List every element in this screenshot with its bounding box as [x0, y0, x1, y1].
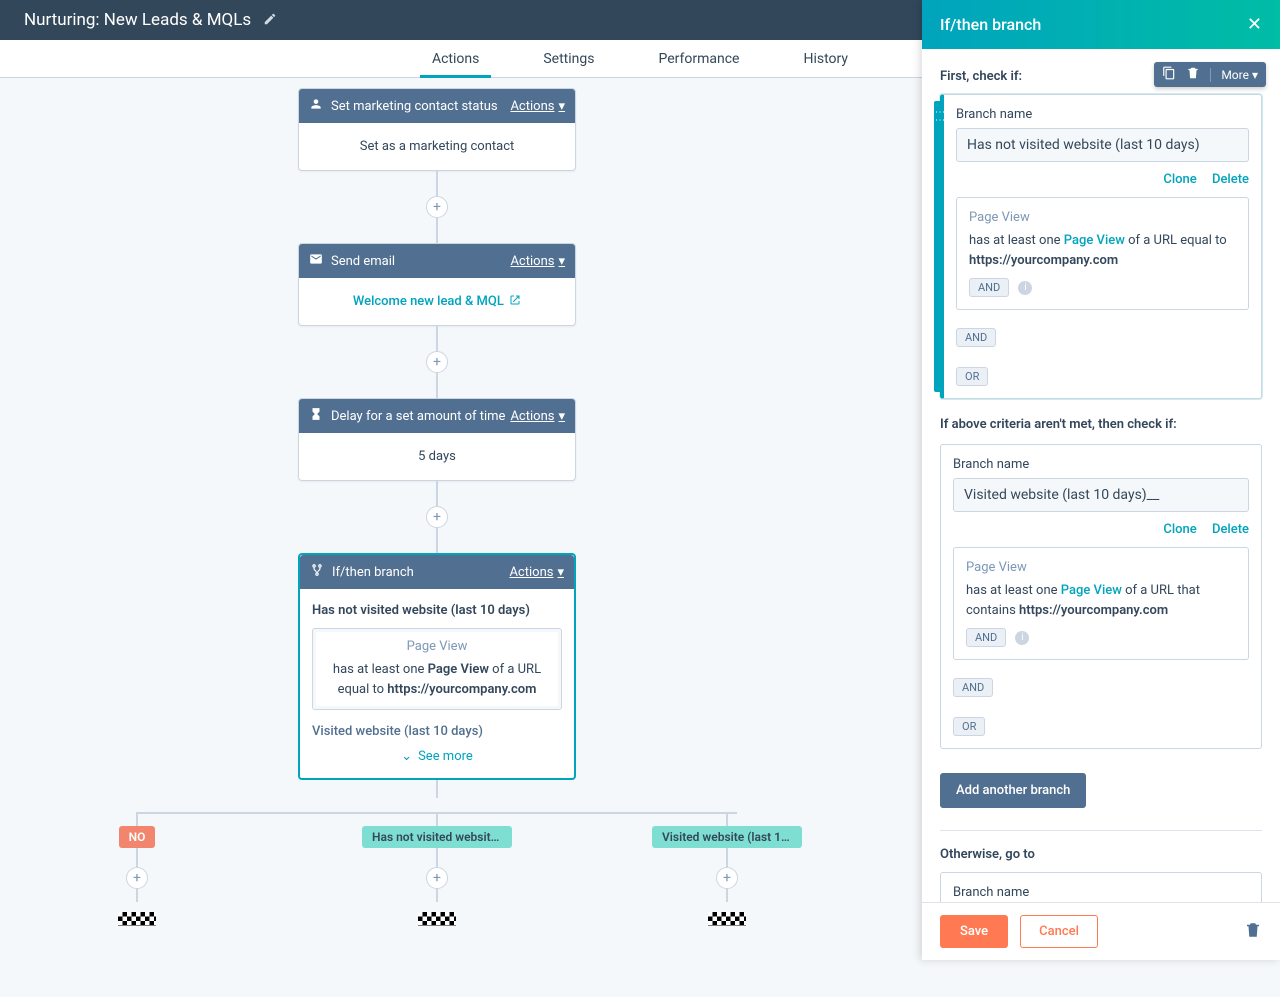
- and-inner-chip[interactable]: AND: [969, 278, 1009, 297]
- side-panel-header: If/then branch ✕: [922, 0, 1280, 49]
- info-icon[interactable]: i: [1015, 631, 1029, 645]
- node-body: 5 days: [299, 433, 575, 480]
- caret-down-icon: ▾: [1252, 68, 1258, 82]
- delete-button[interactable]: Delete: [1212, 522, 1249, 537]
- delete-button[interactable]: Delete: [1212, 172, 1249, 187]
- node-actions-menu[interactable]: Actions ▾: [509, 565, 564, 580]
- side-panel: If/then branch ✕ More ▾ First, check if:…: [922, 0, 1280, 960]
- tab-actions[interactable]: Actions: [428, 41, 483, 77]
- tab-performance[interactable]: Performance: [654, 41, 743, 77]
- add-action-button[interactable]: +: [426, 867, 448, 889]
- add-action-button[interactable]: +: [426, 196, 448, 218]
- caret-down-icon: ▾: [558, 99, 565, 114]
- branch-pill-1[interactable]: Has not visited website…: [362, 826, 512, 848]
- end-flag-icon: [708, 912, 746, 926]
- tab-history[interactable]: History: [799, 41, 852, 77]
- panel-footer: Save Cancel: [922, 902, 1280, 960]
- end-flag-icon: [118, 912, 156, 926]
- branch-name-input[interactable]: [956, 128, 1249, 162]
- close-icon[interactable]: ✕: [1247, 14, 1262, 35]
- add-action-button[interactable]: +: [126, 867, 148, 889]
- copy-icon[interactable]: [1162, 66, 1176, 83]
- email-link[interactable]: Welcome new lead & MQL: [353, 294, 521, 309]
- branch-pill-2[interactable]: Visited website (last 10…: [652, 826, 802, 848]
- clone-button[interactable]: Clone: [1163, 522, 1196, 537]
- workflow-title: Nurturing: New Leads & MQLs: [24, 10, 251, 30]
- and-chip[interactable]: AND: [956, 328, 996, 347]
- branch-name-input[interactable]: [953, 478, 1249, 512]
- branch-name-label: Branch name: [953, 885, 1249, 900]
- page-view-condition: Page View has at least one Page View of …: [312, 628, 562, 710]
- or-chip[interactable]: OR: [956, 367, 988, 386]
- and-inner-chip[interactable]: AND: [966, 628, 1006, 647]
- end-flag-icon: [418, 912, 456, 926]
- tab-settings[interactable]: Settings: [539, 41, 598, 77]
- see-more-button[interactable]: ⌄ See more: [312, 749, 562, 764]
- delete-action-icon[interactable]: [1244, 921, 1262, 943]
- edit-title-icon[interactable]: [263, 11, 277, 30]
- node-title: Send email: [331, 254, 395, 269]
- add-action-button[interactable]: +: [716, 867, 738, 889]
- drag-handle[interactable]: [934, 101, 942, 392]
- node-delay[interactable]: Delay for a set amount of time Actions ▾…: [298, 398, 576, 481]
- mail-icon: [309, 252, 323, 270]
- chevron-down-icon: ⌄: [401, 749, 412, 764]
- info-icon[interactable]: i: [1018, 281, 1032, 295]
- caret-down-icon: ▾: [558, 409, 565, 424]
- save-button[interactable]: Save: [940, 915, 1008, 948]
- hourglass-icon: [309, 407, 323, 425]
- external-link-icon: [507, 294, 521, 309]
- node-if-then-branch[interactable]: If/then branch Actions ▾ Has not visited…: [298, 553, 576, 780]
- node-actions-menu[interactable]: Actions ▾: [510, 99, 565, 114]
- add-branch-button[interactable]: Add another branch: [940, 773, 1086, 808]
- otherwise-label: Otherwise, go to: [940, 847, 1262, 862]
- node-title: Delay for a set amount of time: [331, 409, 505, 424]
- workflow-canvas[interactable]: Set marketing contact status Actions ▾ S…: [0, 78, 874, 997]
- second-check-label: If above criteria aren't met, then check…: [940, 417, 1262, 432]
- more-menu[interactable]: More ▾: [1221, 68, 1258, 82]
- node-title: If/then branch: [332, 565, 414, 580]
- add-action-button[interactable]: +: [426, 506, 448, 528]
- branch-card-2[interactable]: Branch name Clone Delete Page View has a…: [940, 444, 1262, 749]
- node-send-email[interactable]: Send email Actions ▾ Welcome new lead & …: [298, 243, 576, 326]
- branch-toolbar: More ▾: [1154, 62, 1266, 87]
- filter-condition[interactable]: Page View has at least one Page View of …: [956, 197, 1249, 310]
- trash-icon[interactable]: [1186, 66, 1200, 83]
- branch-1-name: Has not visited website (last 10 days): [312, 603, 562, 618]
- node-body: Set as a marketing contact: [299, 123, 575, 170]
- node-title: Set marketing contact status: [331, 99, 498, 114]
- or-chip[interactable]: OR: [953, 717, 985, 736]
- branch-pill-no[interactable]: NO: [119, 826, 156, 848]
- caret-down-icon: ▾: [558, 254, 565, 269]
- filter-condition[interactable]: Page View has at least one Page View of …: [953, 547, 1249, 660]
- branch-name-label: Branch name: [953, 457, 1249, 472]
- clone-button[interactable]: Clone: [1163, 172, 1196, 187]
- caret-down-icon: ▾: [557, 565, 564, 580]
- panel-title: If/then branch: [940, 15, 1041, 34]
- branch-card-1[interactable]: Branch name Clone Delete Page View has a…: [940, 94, 1262, 399]
- node-actions-menu[interactable]: Actions ▾: [510, 409, 565, 424]
- node-set-marketing-status[interactable]: Set marketing contact status Actions ▾ S…: [298, 88, 576, 171]
- branch-name-label: Branch name: [956, 107, 1249, 122]
- and-chip[interactable]: AND: [953, 678, 993, 697]
- branch-2-name: Visited website (last 10 days): [312, 724, 562, 739]
- user-icon: [309, 97, 323, 115]
- branch-icon: [310, 563, 324, 581]
- add-action-button[interactable]: +: [426, 351, 448, 373]
- cancel-button[interactable]: Cancel: [1020, 915, 1098, 948]
- node-actions-menu[interactable]: Actions ▾: [510, 254, 565, 269]
